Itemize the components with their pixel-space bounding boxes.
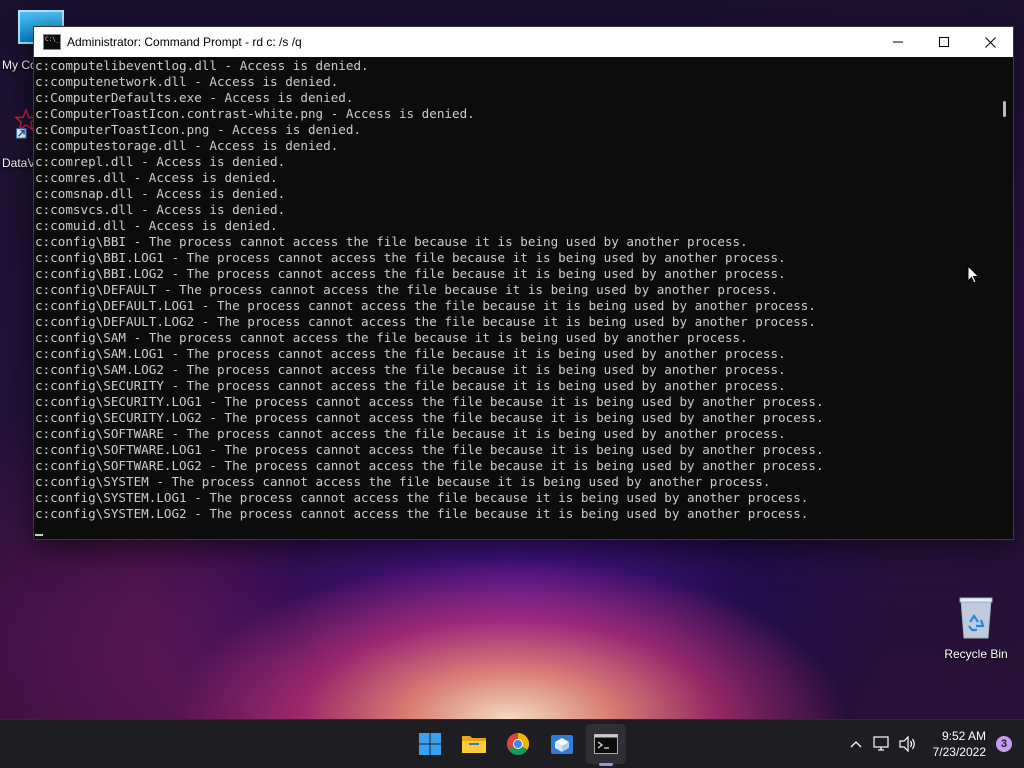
console-line: c:config\DEFAULT.LOG2 - The process cann…: [35, 314, 816, 329]
console-line: c:comuid.dll - Access is denied.: [35, 218, 278, 233]
maximize-icon: [939, 37, 949, 47]
console-line: c:comrepl.dll - Access is denied.: [35, 154, 286, 169]
taskbar: 9:52 AM 7/23/2022 3: [0, 719, 1024, 768]
network-button[interactable]: [869, 720, 895, 768]
command-prompt-icon: [594, 734, 618, 754]
console-line: c:config\SOFTWARE - The process cannot a…: [35, 426, 786, 441]
console-line: c:config\SOFTWARE.LOG1 - The process can…: [35, 442, 824, 457]
chevron-up-icon: [850, 741, 862, 748]
text-cursor: [35, 534, 43, 536]
start-button[interactable]: [408, 720, 452, 768]
taskbar-clock[interactable]: 9:52 AM 7/23/2022: [933, 728, 986, 760]
desktop-icon-label: My Co: [2, 58, 37, 72]
console-line: c:config\DEFAULT.LOG1 - The process cann…: [35, 298, 816, 313]
close-icon: [984, 36, 996, 48]
console-line: c:config\BBI.LOG1 - The process cannot a…: [35, 250, 786, 265]
command-prompt-icon: [43, 34, 61, 50]
taskbar-apps: [408, 720, 628, 768]
console-output[interactable]: c:computelibeventlog.dll - Access is den…: [34, 57, 997, 539]
speaker-icon: [899, 736, 915, 752]
folder-icon: [462, 736, 486, 753]
console-line: c:config\SAM.LOG2 - The process cannot a…: [35, 362, 786, 377]
show-hidden-icons-button[interactable]: [843, 720, 869, 768]
volume-button[interactable]: [895, 720, 921, 768]
close-button[interactable]: [967, 27, 1013, 57]
mouse-pointer-icon: [967, 265, 980, 284]
windows-logo-icon: [419, 733, 441, 755]
desktop-icon-recycle-bin[interactable]: Recycle Bin: [940, 596, 1012, 661]
console-line: c:comres.dll - Access is denied.: [35, 170, 278, 185]
clock-time: 9:52 AM: [941, 729, 986, 743]
taskbar-command-prompt[interactable]: [584, 720, 628, 768]
taskbar-store-app[interactable]: [540, 720, 584, 768]
maximize-button[interactable]: [921, 27, 967, 57]
minimize-icon: [893, 41, 903, 43]
minimize-button[interactable]: [875, 27, 921, 57]
window-title: Administrator: Command Prompt - rd c: /s…: [67, 35, 302, 49]
clock-date: 7/23/2022: [932, 745, 986, 759]
console-line: c:config\SYSTEM - The process cannot acc…: [35, 474, 771, 489]
console-line: c:computenetwork.dll - Access is denied.: [35, 74, 339, 89]
system-tray: 9:52 AM 7/23/2022 3: [843, 720, 1024, 768]
console-line: c:config\SOFTWARE.LOG2 - The process can…: [35, 458, 824, 473]
console-line: c:config\SAM - The process cannot access…: [35, 330, 748, 345]
chrome-icon: [507, 733, 529, 755]
console-line: c:ComputerToastIcon.png - Access is deni…: [35, 122, 362, 137]
scrollbar-thumb[interactable]: [1003, 101, 1006, 117]
console-line: c:config\SYSTEM.LOG2 - The process canno…: [35, 506, 809, 521]
console-line: c:computelibeventlog.dll - Access is den…: [35, 58, 369, 73]
desktop-icon-label: Recycle Bin: [944, 647, 1008, 661]
console-line: c:config\BBI - The process cannot access…: [35, 234, 748, 249]
console-line: c:computestorage.dll - Access is denied.: [35, 138, 339, 153]
taskbar-chrome[interactable]: [496, 720, 540, 768]
command-prompt-window[interactable]: Administrator: Command Prompt - rd c: /s…: [33, 26, 1014, 540]
console-line: c:config\SECURITY - The process cannot a…: [35, 378, 786, 393]
console-line: c:config\SAM.LOG1 - The process cannot a…: [35, 346, 786, 361]
console-scrollbar[interactable]: [997, 57, 1013, 539]
notification-badge[interactable]: 3: [996, 736, 1012, 752]
taskbar-file-explorer[interactable]: [452, 720, 496, 768]
console-line: c:comsnap.dll - Access is denied.: [35, 186, 286, 201]
desktop-icon-label: DataV: [2, 156, 36, 170]
console-line: c:ComputerDefaults.exe - Access is denie…: [35, 90, 354, 105]
console-line: c:config\BBI.LOG2 - The process cannot a…: [35, 266, 786, 281]
console-line: c:comsvcs.dll - Access is denied.: [35, 202, 286, 217]
console-line: c:config\SECURITY.LOG2 - The process can…: [35, 410, 824, 425]
console-line: c:config\SECURITY.LOG1 - The process can…: [35, 394, 824, 409]
box-icon: [551, 735, 573, 754]
console-line: c:ComputerToastIcon.contrast-white.png -…: [35, 106, 475, 121]
window-titlebar[interactable]: Administrator: Command Prompt - rd c: /s…: [34, 27, 1013, 57]
console-line: c:config\DEFAULT - The process cannot ac…: [35, 282, 779, 297]
network-icon: [873, 736, 889, 751]
recycle-bin-icon: [959, 597, 993, 639]
console-line: c:config\SYSTEM.LOG1 - The process canno…: [35, 490, 809, 505]
